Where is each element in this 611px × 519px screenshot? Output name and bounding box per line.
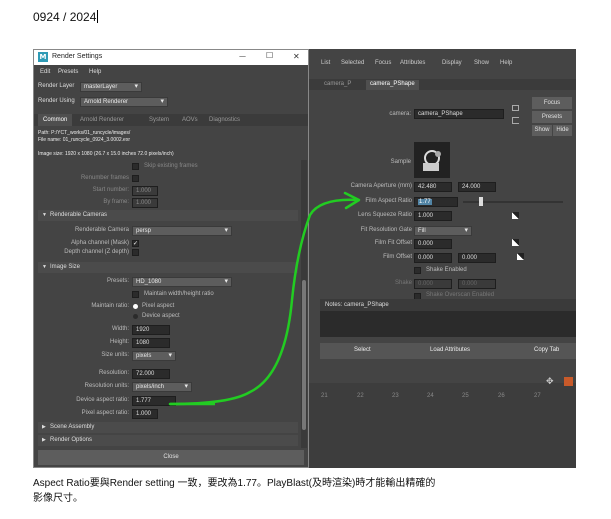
caption-line-2: 影像尺寸。 <box>33 493 83 504</box>
caption-line-1: Aspect Ratio要與Render setting 一致，要改為1.77。… <box>33 478 436 489</box>
caption: Aspect Ratio要與Render setting 一致，要改為1.77。… <box>33 476 603 506</box>
annotation-arrow <box>168 198 360 406</box>
annotation-layer <box>168 191 361 406</box>
